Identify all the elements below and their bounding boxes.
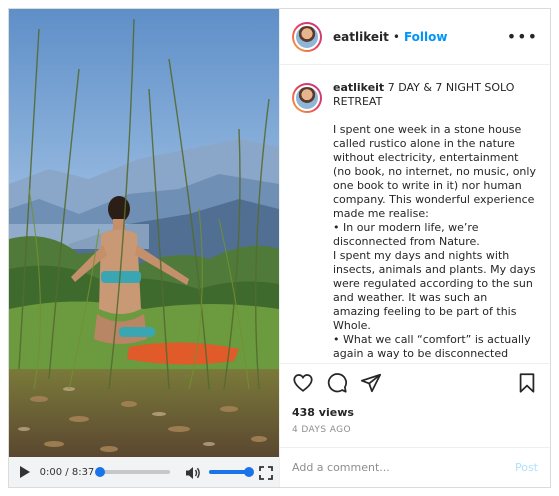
volume-knob[interactable] (244, 467, 254, 477)
heart-icon[interactable] (292, 372, 314, 394)
share-icon[interactable] (360, 372, 382, 394)
header-username[interactable]: eatlikeit (333, 30, 389, 44)
video-time: 0:00 / 8:37 (39, 466, 95, 478)
header-separator: • (392, 29, 400, 44)
caption-username[interactable]: eatlikeit (333, 81, 384, 94)
volume-slider[interactable] (209, 467, 254, 477)
caption-area: eatlikeit 7 DAY & 7 NIGHT SOLO RETREAT I… (280, 65, 550, 363)
fullscreen-icon[interactable] (259, 465, 273, 480)
comment-input[interactable] (292, 461, 515, 474)
comment-icon[interactable] (326, 372, 348, 394)
volume-icon[interactable] (185, 465, 201, 479)
caption: eatlikeit 7 DAY & 7 NIGHT SOLO RETREAT I… (333, 81, 537, 363)
caption-line: I spent one week in a stone house called… (333, 123, 536, 220)
video-frame (9, 9, 279, 487)
caption-line: • In our modern life, we’re disconnected… (333, 221, 480, 248)
bookmark-icon[interactable] (516, 372, 538, 394)
post-details-panel: eatlikeit • Follow ••• eatlikeit 7 DAY &… (279, 9, 550, 487)
post-header: eatlikeit • Follow ••• (280, 9, 550, 65)
play-icon[interactable] (19, 465, 32, 479)
follow-button[interactable]: Follow (404, 30, 448, 44)
caption-avatar[interactable] (292, 83, 322, 113)
post-age[interactable]: 4 DAYS AGO (292, 425, 538, 435)
avatar[interactable] (292, 21, 322, 52)
video-controls: 0:00 / 8:37 (9, 457, 279, 487)
caption-line: I spent my days and nights with insects,… (333, 249, 536, 332)
view-count[interactable]: 438 views (292, 406, 538, 419)
more-options-icon[interactable]: ••• (507, 28, 538, 45)
caption-body: I spent one week in a stone house called… (333, 123, 537, 363)
progress-knob[interactable] (94, 467, 105, 477)
comment-bar: Post (280, 447, 550, 487)
post-video[interactable]: 0:00 / 8:37 (9, 9, 279, 487)
action-icons (292, 372, 538, 394)
instagram-post: 0:00 / 8:37 eatlikeit • Follow ••• eatli… (8, 8, 551, 488)
post-comment-button[interactable]: Post (515, 461, 538, 474)
video-progress-bar[interactable] (94, 467, 171, 477)
caption-line: • What we call “comfort” is actually aga… (333, 333, 531, 363)
post-actions: 438 views 4 DAYS AGO (280, 363, 550, 447)
